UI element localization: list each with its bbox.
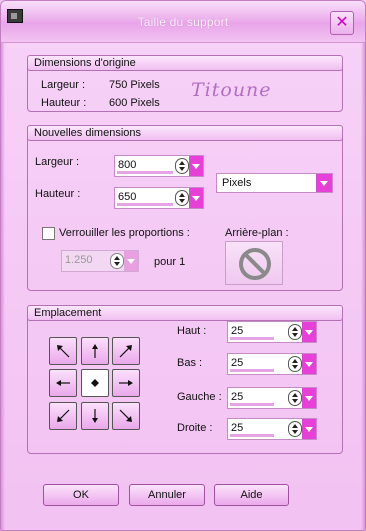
width-spin-arrows-icon[interactable] (175, 158, 189, 174)
new-height-spinbox[interactable]: 650 (114, 187, 204, 209)
unit-dropdown-arrow-icon[interactable] (316, 174, 332, 192)
lock-proportions-label: Verrouiller les proportions : (59, 227, 190, 239)
original-height-value: 600 Pixels (109, 97, 160, 109)
anchor-bottom-button[interactable] (81, 402, 109, 430)
margin-right-value[interactable]: 25 (231, 422, 243, 434)
window-right-edge (361, 43, 365, 530)
cancel-button[interactable]: Annuler (129, 484, 205, 506)
ratio-dropdown-arrow-icon[interactable] (124, 251, 138, 271)
new-height-value[interactable]: 650 (118, 191, 136, 203)
margin-bottom-slider-bar (230, 369, 274, 372)
margin-left-dropdown-arrow-icon[interactable] (302, 388, 316, 408)
margin-right-label: Droite : (177, 422, 213, 434)
right-arrow-icon (119, 380, 133, 386)
close-button[interactable]: ✕ (330, 11, 354, 35)
width-slider-bar (117, 171, 173, 174)
margin-top-spinbox[interactable]: 25 (227, 321, 317, 343)
new-width-spinbox[interactable]: 800 (114, 155, 204, 177)
window-left-edge (1, 43, 5, 530)
window-title: Taille du support (137, 15, 229, 29)
height-spin-arrows-icon[interactable] (175, 190, 189, 206)
anchor-center-button[interactable] (81, 369, 109, 397)
margin-right-spin-arrows-icon[interactable] (288, 421, 302, 437)
bottom-right-arrow-icon (119, 409, 132, 422)
top-right-arrow-icon (119, 345, 132, 358)
left-arrow-icon (56, 380, 70, 386)
anchor-right-button[interactable] (112, 369, 140, 397)
margin-bottom-spin-arrows-icon[interactable] (288, 356, 302, 372)
margin-top-value[interactable]: 25 (231, 325, 243, 337)
placement-legend: Emplacement (27, 305, 343, 321)
margin-left-slider-bar (230, 403, 274, 406)
margin-right-slider-bar (230, 434, 274, 437)
margin-top-slider-bar (230, 337, 274, 340)
no-color-icon (239, 248, 271, 280)
margin-left-value[interactable]: 25 (231, 391, 243, 403)
margin-right-dropdown-arrow-icon[interactable] (302, 419, 316, 439)
margin-right-spinbox[interactable]: 25 (227, 418, 317, 440)
margin-top-label: Haut : (177, 325, 207, 337)
margin-bottom-dropdown-arrow-icon[interactable] (302, 354, 316, 374)
original-dimensions-legend: Dimensions d'origine (27, 55, 343, 71)
height-dropdown-arrow-icon[interactable] (189, 188, 203, 208)
ok-button[interactable]: OK (43, 484, 119, 506)
ratio-value: 1.250 (65, 254, 93, 266)
margin-bottom-value[interactable]: 25 (231, 357, 243, 369)
margin-bottom-spinbox[interactable]: 25 (227, 353, 317, 375)
ratio-suffix-label: pour 1 (154, 256, 186, 268)
margin-left-spinbox[interactable]: 25 (227, 387, 317, 409)
new-width-label: Largeur : (35, 156, 80, 168)
lock-proportions-checkbox[interactable] (42, 227, 55, 240)
original-width-label: Largeur : (41, 79, 86, 91)
anchor-top-left-button[interactable] (49, 337, 77, 365)
original-width-value: 750 Pixels (109, 79, 160, 91)
margin-left-label: Gauche : (177, 391, 222, 403)
new-width-value[interactable]: 800 (118, 159, 136, 171)
margin-bottom-label: Bas : (177, 357, 203, 369)
new-dimensions-legend: Nouvelles dimensions (27, 125, 343, 141)
unit-select-value: Pixels (222, 177, 252, 189)
original-height-label: Hauteur : (41, 97, 87, 109)
background-color-swatch[interactable] (225, 241, 283, 285)
margin-left-spin-arrows-icon[interactable] (288, 390, 302, 406)
ratio-spin-arrows-icon[interactable] (110, 253, 124, 269)
background-label: Arrière-plan : (225, 227, 289, 239)
anchor-top-button[interactable] (81, 337, 109, 365)
ratio-spinbox[interactable]: 1.250 (61, 250, 139, 272)
signature-watermark: Titoune (191, 79, 272, 101)
anchor-left-button[interactable] (49, 369, 77, 397)
title-bar[interactable]: Taille du support ✕ (1, 1, 365, 43)
dialog-window: Taille du support ✕ Dimensions d'origine… (0, 0, 366, 531)
center-dot-icon (91, 379, 99, 387)
anchor-top-right-button[interactable] (112, 337, 140, 365)
height-slider-bar (117, 203, 173, 206)
margin-top-dropdown-arrow-icon[interactable] (302, 322, 316, 342)
down-arrow-icon (92, 409, 98, 423)
up-arrow-icon (92, 344, 98, 358)
anchor-bottom-left-button[interactable] (49, 402, 77, 430)
margin-top-spin-arrows-icon[interactable] (288, 324, 302, 340)
anchor-bottom-right-button[interactable] (112, 402, 140, 430)
top-left-arrow-icon (57, 345, 70, 358)
help-button[interactable]: Aide (214, 484, 289, 506)
bottom-left-arrow-icon (57, 409, 70, 422)
width-dropdown-arrow-icon[interactable] (189, 156, 203, 176)
new-height-label: Hauteur : (35, 188, 81, 200)
unit-select[interactable]: Pixels (216, 173, 333, 193)
